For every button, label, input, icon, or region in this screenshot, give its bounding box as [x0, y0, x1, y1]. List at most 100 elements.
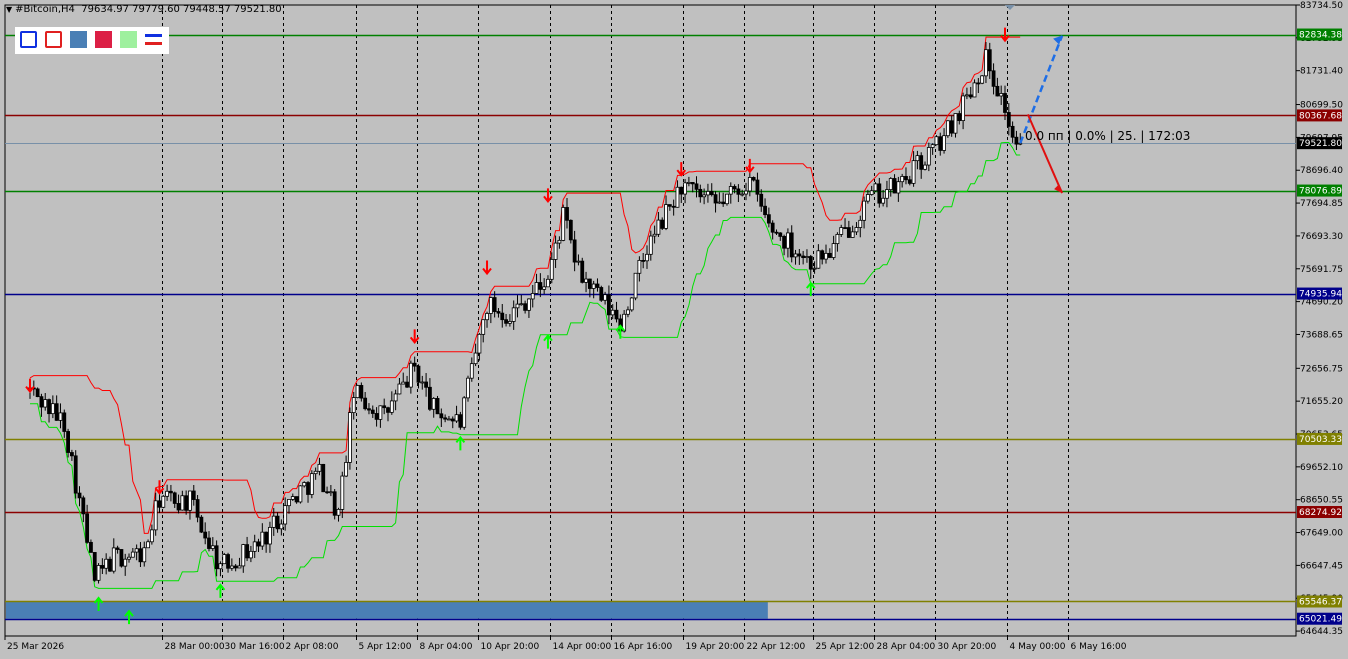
candle-body: [54, 403, 59, 421]
rectangle-outline-red-tool[interactable]: [45, 31, 62, 48]
candle-body: [519, 303, 524, 306]
candle-body: [664, 204, 668, 229]
candle-body: [134, 548, 139, 553]
candle-body: [73, 455, 78, 494]
candle-body: [496, 311, 501, 314]
candle-body: [108, 558, 112, 572]
candle-body: [123, 558, 128, 567]
candle-body: [401, 381, 406, 385]
candle-body: [744, 190, 748, 195]
candle-body: [553, 242, 558, 260]
candle-body: [367, 408, 371, 411]
support-zone: [6, 601, 768, 619]
candle-body: [153, 500, 158, 531]
candle-body: [675, 186, 680, 208]
candle-body: [321, 463, 326, 493]
candle-body: [706, 191, 710, 196]
candle-body: [991, 70, 996, 87]
plot-area: [4, 4, 1297, 637]
candle-body: [892, 178, 897, 194]
drawing-tools-panel: [15, 27, 169, 54]
candle-body: [656, 219, 661, 235]
level-price-tag-label: 78076.89: [1299, 187, 1342, 197]
lines-tool[interactable]: [145, 31, 162, 48]
candle-body: [976, 82, 981, 85]
dropdown-triangle-icon[interactable]: ▼: [6, 5, 12, 14]
candle-body: [290, 496, 295, 500]
candle-body: [915, 155, 920, 162]
candle-body: [199, 516, 204, 533]
candle-body: [218, 563, 223, 570]
candle-body: [968, 94, 973, 98]
candle-body: [69, 452, 74, 457]
candle-body: [793, 253, 798, 258]
candle-body: [332, 491, 337, 516]
candle-body: [530, 293, 535, 300]
candle-body: [1006, 112, 1011, 127]
candle-body: [43, 399, 48, 408]
rectangle-filled-lightgreen-tool[interactable]: [120, 31, 137, 48]
candle-body: [176, 503, 181, 511]
candle-body: [416, 365, 421, 383]
time-tick-label: 2 Apr 08:00: [286, 642, 339, 652]
candle-body: [942, 135, 946, 151]
candle-body: [740, 193, 745, 196]
price-chart[interactable]: 83734.5082732.9581731.4080699.5079697.95…: [0, 0, 1348, 659]
candle-body: [721, 201, 726, 205]
candle-body: [100, 565, 105, 569]
time-tick-label: 19 Apr 20:00: [686, 642, 745, 652]
measurement-readout: 0.0 пп | 0.0% | 25. | 172:03: [1025, 129, 1191, 143]
candle-body: [424, 381, 428, 388]
candle-body: [801, 255, 806, 259]
level-price-tag-label: 65546.37: [1299, 597, 1342, 607]
candle-body: [679, 186, 684, 195]
candle-body: [81, 497, 86, 515]
candle-body: [637, 260, 642, 274]
candle-body: [115, 547, 120, 550]
candle-body: [492, 297, 497, 312]
candle-body: [515, 303, 520, 309]
rectangle-filled-crimson-tool[interactable]: [95, 31, 112, 48]
candle-body: [862, 200, 866, 221]
candle-body: [546, 278, 550, 288]
candle-body: [595, 283, 600, 288]
price-tick-label: 67649.00: [1300, 529, 1343, 539]
candle-body: [89, 541, 93, 553]
candle-body: [984, 49, 988, 77]
time-tick-label: 10 Apr 20:00: [481, 642, 540, 652]
candle-body: [751, 177, 756, 181]
candle-body: [450, 418, 455, 422]
time-tick-label: 14 Apr 00:00: [553, 642, 612, 652]
rectangle-outline-blue-tool[interactable]: [20, 31, 37, 48]
candle-body: [222, 554, 227, 565]
candle-body: [565, 207, 569, 221]
price-tick-label: 73688.65: [1300, 330, 1343, 340]
time-tick-label: 25 Apr 12:00: [816, 642, 875, 652]
candle-body: [298, 485, 303, 503]
level-price-tag-label: 80367.68: [1299, 111, 1342, 121]
candle-body: [207, 537, 211, 549]
rectangle-filled-steelblue-tool[interactable]: [70, 31, 87, 48]
level-price-tag-label: 79521.80: [1299, 139, 1342, 149]
candle-body: [104, 558, 109, 569]
chart-window[interactable]: 83734.5082732.9581731.4080699.5079697.95…: [0, 0, 1348, 659]
candle-body: [957, 113, 962, 122]
candle-body: [591, 283, 596, 289]
candle-body: [607, 294, 611, 316]
candle-body: [778, 232, 783, 237]
candle-body: [241, 544, 246, 567]
candle-body: [237, 565, 242, 569]
candle-body: [831, 243, 836, 258]
price-tick-label: 68650.55: [1300, 496, 1343, 506]
candle-body: [488, 297, 493, 314]
candle-body: [587, 278, 592, 289]
candle-body: [378, 405, 383, 420]
candle-body: [435, 398, 440, 415]
candle-body: [648, 235, 653, 255]
candle-body: [336, 508, 341, 516]
candle-body: [214, 545, 219, 570]
candle-body: [995, 85, 1000, 97]
candle-body: [428, 386, 432, 410]
ohlc-values: 79634.97 79779.60 79448.57 79521.80: [81, 4, 282, 15]
candle-body: [195, 499, 200, 518]
